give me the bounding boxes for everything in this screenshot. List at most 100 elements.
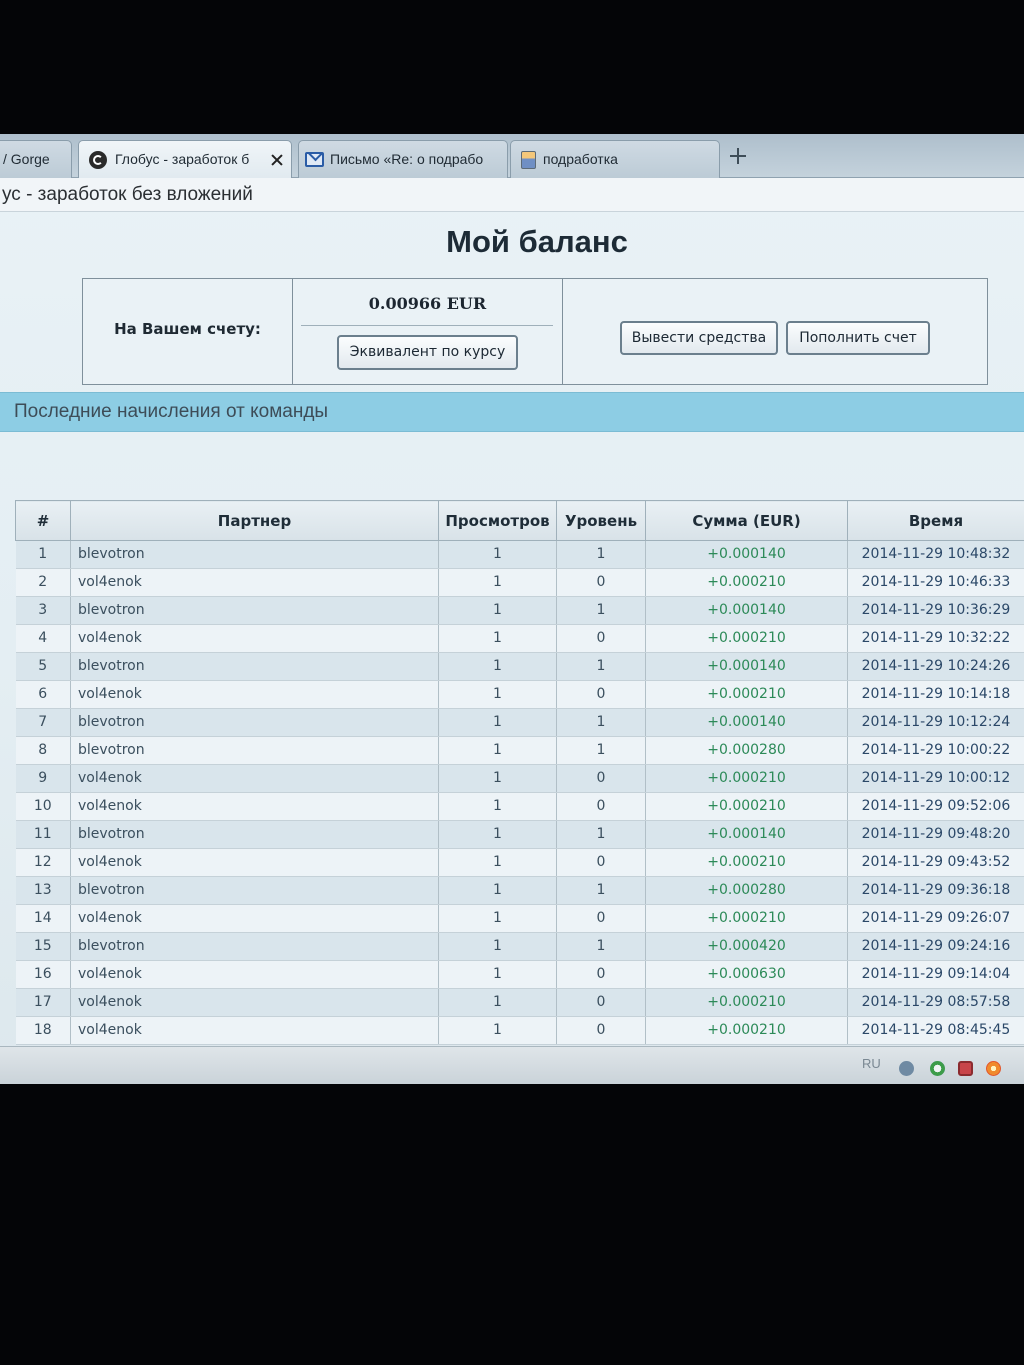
tray-flower-icon[interactable] xyxy=(986,1061,1001,1076)
table-row: 14 vol4enok 1 0 +0.000210 2014-11-29 09:26:07 xyxy=(15,904,1024,933)
time-cell: 2014-11-29 10:00:12 xyxy=(847,764,1024,793)
page-title: Мой баланс xyxy=(446,224,628,259)
time-cell: 2014-11-29 09:43:52 xyxy=(847,848,1024,877)
tab-label: Письмо «Re: о подрабо xyxy=(330,151,484,167)
equivalent-rate-button[interactable]: Эквивалент по курсу xyxy=(337,335,518,370)
table-row: 5 blevotron 1 1 +0.000140 2014-11-29 10:24:26 xyxy=(15,652,1024,681)
tray-expand-icon[interactable] xyxy=(899,1061,914,1076)
accruals-table: # Партнер Просмотров Уровень Сумма (EUR)… xyxy=(15,500,1024,1045)
tab-globus[interactable]: Глобус - заработок б xyxy=(78,140,292,178)
row-number-cell: 6 xyxy=(15,680,71,709)
row-number-cell: 13 xyxy=(15,876,71,905)
partner-cell: blevotron xyxy=(70,820,439,849)
language-indicator[interactable]: RU xyxy=(862,1056,881,1071)
sum-cell: +0.000140 xyxy=(645,708,848,737)
row-number-cell: 16 xyxy=(15,960,71,989)
page-title-strip: ус - заработок без вложений xyxy=(0,178,1024,212)
tab-gorge[interactable]: / Gorge xyxy=(0,140,72,178)
column-header-level[interactable]: Уровень xyxy=(556,500,646,541)
row-number-cell: 3 xyxy=(15,596,71,625)
level-cell: 0 xyxy=(556,904,646,933)
sum-cell: +0.000210 xyxy=(645,680,848,709)
views-cell: 1 xyxy=(438,736,557,765)
column-header-views[interactable]: Просмотров xyxy=(438,500,557,541)
views-cell: 1 xyxy=(438,568,557,597)
sum-cell: +0.000140 xyxy=(645,596,848,625)
row-number-cell: 1 xyxy=(15,540,71,569)
mail-icon xyxy=(305,152,324,167)
level-cell: 0 xyxy=(556,1016,646,1045)
partner-cell: vol4enok xyxy=(70,1016,439,1045)
level-cell: 1 xyxy=(556,540,646,569)
sum-cell: +0.000140 xyxy=(645,540,848,569)
level-cell: 1 xyxy=(556,596,646,625)
level-cell: 1 xyxy=(556,932,646,961)
sum-cell: +0.000140 xyxy=(645,652,848,681)
deposit-button[interactable]: Пополнить счет xyxy=(786,321,930,355)
account-label: На Вашем счету: xyxy=(114,320,261,338)
views-cell: 1 xyxy=(438,904,557,933)
partner-cell: blevotron xyxy=(70,736,439,765)
views-cell: 1 xyxy=(438,820,557,849)
row-number-cell: 15 xyxy=(15,932,71,961)
tab-label: / Gorge xyxy=(3,151,50,167)
tab-label: Глобус - заработок б xyxy=(115,151,250,167)
table-header: # Партнер Просмотров Уровень Сумма (EUR)… xyxy=(15,500,1024,541)
table-row: 6 vol4enok 1 0 +0.000210 2014-11-29 10:14:18 xyxy=(15,680,1024,709)
new-tab-plus-icon[interactable] xyxy=(730,148,746,164)
column-header-time[interactable]: Время xyxy=(847,500,1024,541)
sum-cell: +0.000210 xyxy=(645,792,848,821)
monitor-screen: / Gorge Глобус - заработок б Письмо «Re:… xyxy=(0,134,1024,1084)
partner-cell: blevotron xyxy=(70,932,439,961)
row-number-cell: 9 xyxy=(15,764,71,793)
views-cell: 1 xyxy=(438,960,557,989)
row-number-cell: 7 xyxy=(15,708,71,737)
sum-cell: +0.000630 xyxy=(645,960,848,989)
level-cell: 0 xyxy=(556,680,646,709)
sum-cell: +0.000210 xyxy=(645,1016,848,1045)
table-row: 8 blevotron 1 1 +0.000280 2014-11-29 10:00:22 xyxy=(15,736,1024,765)
views-cell: 1 xyxy=(438,680,557,709)
views-cell: 1 xyxy=(438,792,557,821)
tab-label: подработка xyxy=(543,151,618,167)
views-cell: 1 xyxy=(438,708,557,737)
sum-cell: +0.000280 xyxy=(645,876,848,905)
views-cell: 1 xyxy=(438,624,557,653)
sum-cell: +0.000420 xyxy=(645,932,848,961)
table-row: 3 blevotron 1 1 +0.000140 2014-11-29 10:36:29 xyxy=(15,596,1024,625)
level-cell: 1 xyxy=(556,736,646,765)
taskbar: RU xyxy=(0,1046,1024,1084)
views-cell: 1 xyxy=(438,764,557,793)
close-icon[interactable] xyxy=(271,154,283,166)
table-row: 17 vol4enok 1 0 +0.000210 2014-11-29 08:57:58 xyxy=(15,988,1024,1017)
level-cell: 0 xyxy=(556,568,646,597)
table-row: 13 blevotron 1 1 +0.000280 2014-11-29 09:36:1… xyxy=(15,876,1024,905)
time-cell: 2014-11-29 09:14:04 xyxy=(847,960,1024,989)
accruals-table-wrapper: # Партнер Просмотров Уровень Сумма (EUR)… xyxy=(15,500,1024,1045)
tray-shield-icon[interactable] xyxy=(958,1061,973,1076)
tab-mail-letter[interactable]: Письмо «Re: о подрабо xyxy=(298,140,508,178)
column-header-partner[interactable]: Партнер xyxy=(70,500,439,541)
row-number-cell: 17 xyxy=(15,988,71,1017)
time-cell: 2014-11-29 10:32:22 xyxy=(847,624,1024,653)
level-cell: 0 xyxy=(556,624,646,653)
views-cell: 1 xyxy=(438,988,557,1017)
tab-podrabotka[interactable]: подработка xyxy=(510,140,720,178)
document-icon xyxy=(521,151,536,169)
balance-amount-cell: 0.00966 EUR Эквивалент по курсу xyxy=(293,279,563,384)
row-number-cell: 2 xyxy=(15,568,71,597)
row-number-cell: 10 xyxy=(15,792,71,821)
withdraw-button[interactable]: Вывести средства xyxy=(620,321,778,355)
level-cell: 0 xyxy=(556,960,646,989)
column-header-sum[interactable]: Сумма (EUR) xyxy=(645,500,848,541)
time-cell: 2014-11-29 08:45:45 xyxy=(847,1016,1024,1045)
time-cell: 2014-11-29 09:52:06 xyxy=(847,792,1024,821)
column-header-number[interactable]: # xyxy=(15,500,71,541)
sum-cell: +0.000210 xyxy=(645,624,848,653)
sum-cell: +0.000210 xyxy=(645,988,848,1017)
sum-cell: +0.000210 xyxy=(645,848,848,877)
tray-network-icon[interactable] xyxy=(930,1061,945,1076)
views-cell: 1 xyxy=(438,876,557,905)
partner-cell: blevotron xyxy=(70,652,439,681)
partner-cell: blevotron xyxy=(70,708,439,737)
